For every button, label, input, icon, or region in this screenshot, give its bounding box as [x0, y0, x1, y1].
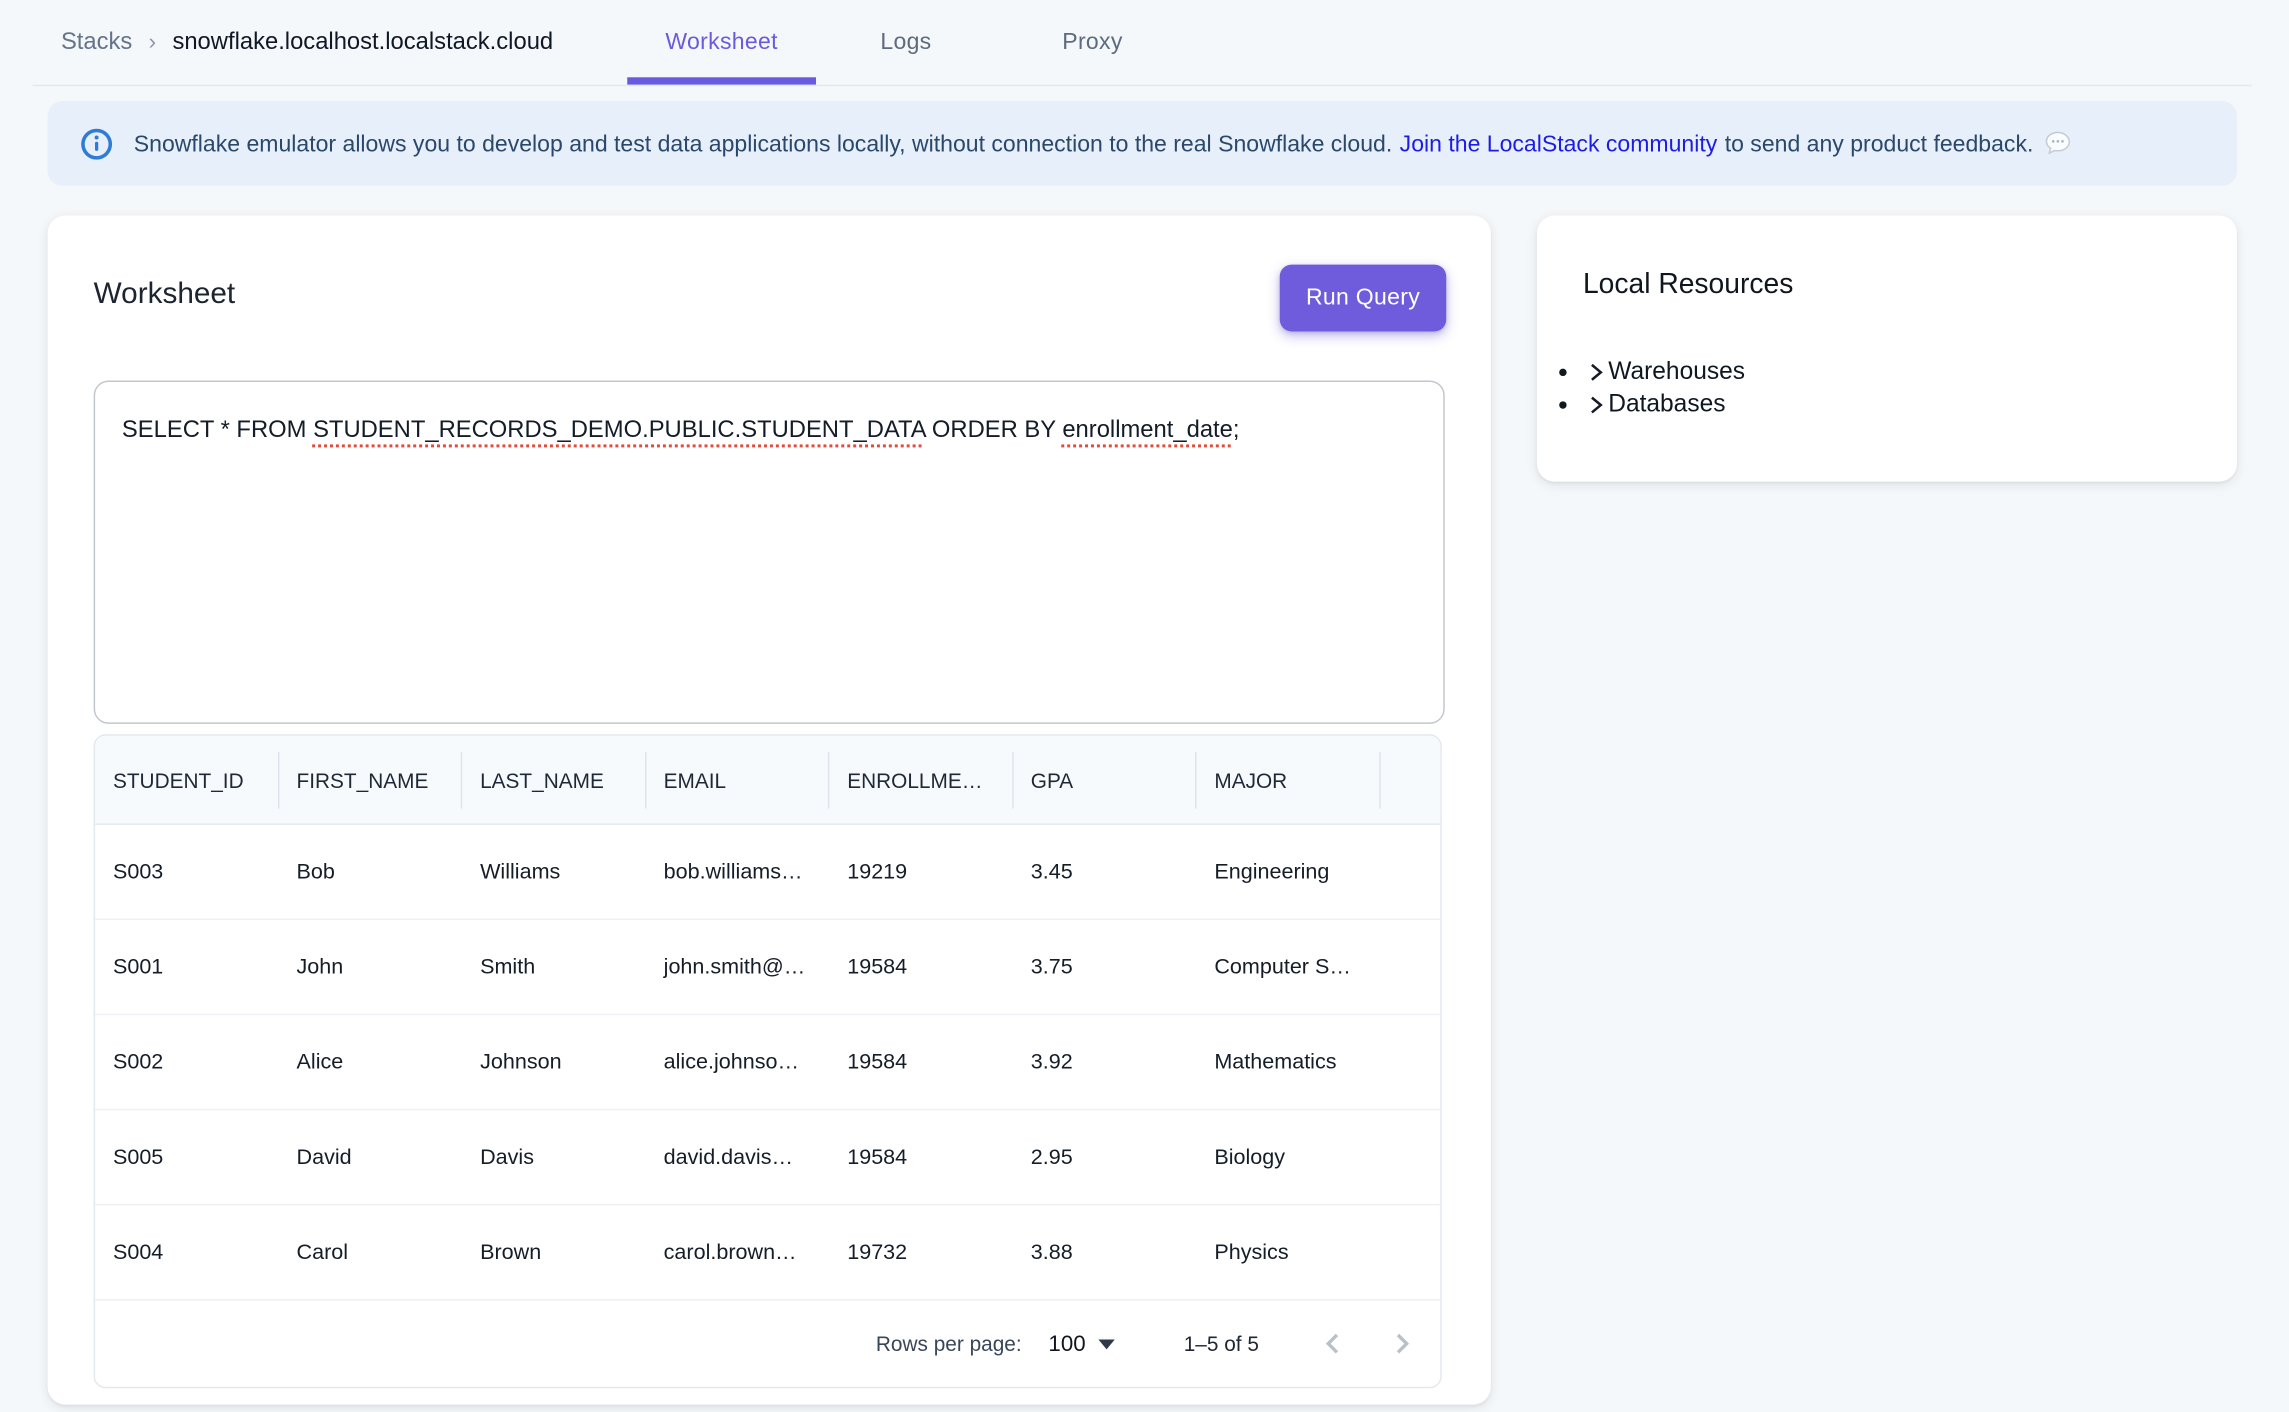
table-cell: david.davis… [646, 1145, 830, 1169]
table-footer: Rows per page: 100 1–5 of 5 [95, 1301, 1440, 1387]
table-cell: john.smith@… [646, 955, 830, 979]
tab-label: Logs [880, 29, 931, 56]
speech-bubble-icon [2044, 129, 2072, 157]
table-cell: carol.brown… [646, 1240, 830, 1264]
resource-item-databases[interactable]: Databases [1537, 389, 2237, 422]
banner-message-tail: to send any product feedback. [1725, 132, 2034, 157]
table-body: S003BobWilliamsbob.williams…192193.45Eng… [95, 825, 1440, 1301]
chevron-right-icon [1384, 1324, 1423, 1363]
table-cell: Davis [462, 1145, 646, 1169]
column-header-filler [1380, 736, 1440, 825]
column-header-gpa[interactable]: GPA [1013, 736, 1197, 825]
tab-label: Worksheet [665, 29, 777, 56]
app-root: Stacks › snowflake.localhost.localstack.… [0, 0, 2289, 1412]
rows-per-page-value: 100 [1048, 1331, 1085, 1356]
table-cell: 3.75 [1013, 955, 1197, 979]
tab-bar: Worksheet Logs Proxy [0, 0, 2289, 85]
table-cell: 19732 [829, 1240, 1013, 1264]
previous-page-button[interactable] [1312, 1324, 1351, 1363]
table-row[interactable]: S005DavidDavisdavid.davis…195842.95Biolo… [95, 1110, 1440, 1205]
table-cell: Computer S… [1197, 955, 1381, 979]
dropdown-arrow-icon [1099, 1338, 1115, 1348]
table-cell: 2.95 [1013, 1145, 1197, 1169]
table-cell: S002 [95, 1050, 279, 1074]
table-cell: 3.45 [1013, 860, 1197, 884]
chevron-right-icon [1584, 394, 1606, 416]
top-bar: Stacks › snowflake.localhost.localstack.… [0, 0, 2289, 85]
table-cell: Brown [462, 1240, 646, 1264]
rows-per-page-select[interactable]: 100 [1048, 1331, 1115, 1356]
sql-identifier: enrollment_date [1062, 418, 1233, 443]
resource-label: Warehouses [1608, 358, 1745, 386]
table-cell: S001 [95, 955, 279, 979]
table-cell: 19584 [829, 955, 1013, 979]
table-row[interactable]: S001JohnSmithjohn.smith@…195843.75Comput… [95, 920, 1440, 1015]
tab-label: Proxy [1062, 29, 1122, 56]
info-icon [80, 127, 113, 160]
table-cell: Mathematics [1197, 1050, 1381, 1074]
table-cell: David [279, 1145, 463, 1169]
run-query-button[interactable]: Run Query [1280, 265, 1446, 332]
column-header-enrollme-[interactable]: ENROLLME… [829, 736, 1013, 825]
banner-text: Snowflake emulator allows you to develop… [134, 129, 2072, 159]
table-cell: Biology [1197, 1145, 1381, 1169]
tab-proxy[interactable]: Proxy [1027, 0, 1158, 85]
chevron-right-icon [1584, 361, 1606, 383]
community-link[interactable]: Join the LocalStack community [1400, 132, 1718, 157]
next-page-button[interactable] [1384, 1324, 1423, 1363]
sql-text-segment: SELECT * FROM [122, 418, 313, 443]
table-cell: S003 [95, 860, 279, 884]
bullet-icon [1559, 368, 1566, 375]
column-header-major[interactable]: MAJOR [1197, 736, 1381, 825]
table-cell: Smith [462, 955, 646, 979]
column-header-last-name[interactable]: LAST_NAME [462, 736, 646, 825]
table-cell: Johnson [462, 1050, 646, 1074]
worksheet-card: Worksheet Run Query SELECT * FROM STUDEN… [48, 216, 1491, 1405]
table-cell: Alice [279, 1050, 463, 1074]
table-cell: 3.92 [1013, 1050, 1197, 1074]
table-cell: 19219 [829, 860, 1013, 884]
table-header-row: STUDENT_IDFIRST_NAMELAST_NAMEEMAILENROLL… [95, 736, 1440, 825]
sql-text-segment: ; [1233, 418, 1240, 443]
table-cell: S005 [95, 1145, 279, 1169]
tab-worksheet[interactable]: Worksheet [627, 0, 816, 85]
rows-per-page-label: Rows per page: [876, 1332, 1022, 1356]
column-header-email[interactable]: EMAIL [646, 736, 830, 825]
banner-message: Snowflake emulator allows you to develop… [134, 132, 1392, 157]
sql-editor[interactable]: SELECT * FROM STUDENT_RECORDS_DEMO.PUBLI… [94, 381, 1445, 724]
chevron-left-icon [1312, 1324, 1351, 1363]
table-row[interactable]: S004CarolBrowncarol.brown…197323.88Physi… [95, 1205, 1440, 1300]
table-cell: Engineering [1197, 860, 1381, 884]
info-banner: Snowflake emulator allows you to develop… [48, 101, 2237, 186]
sql-text-segment: ORDER BY [925, 418, 1062, 443]
column-header-student-id[interactable]: STUDENT_ID [95, 736, 279, 825]
table-cell: alice.johnso… [646, 1050, 830, 1074]
table-row[interactable]: S003BobWilliamsbob.williams…192193.45Eng… [95, 825, 1440, 920]
table-cell: Bob [279, 860, 463, 884]
table-cell: S004 [95, 1240, 279, 1264]
table-cell: bob.williams… [646, 860, 830, 884]
table-row[interactable]: S002AliceJohnsonalice.johnso…195843.92Ma… [95, 1015, 1440, 1110]
results-table: STUDENT_IDFIRST_NAMELAST_NAMEEMAILENROLL… [94, 734, 1442, 1388]
bullet-icon [1559, 401, 1566, 408]
table-cell: 19584 [829, 1145, 1013, 1169]
column-header-first-name[interactable]: FIRST_NAME [279, 736, 463, 825]
tab-logs[interactable]: Logs [843, 0, 969, 85]
pagination-range: 1–5 of 5 [1184, 1332, 1259, 1356]
local-resources-title: Local Resources [1583, 269, 1793, 302]
table-cell: Carol [279, 1240, 463, 1264]
page-title: Worksheet [94, 278, 236, 312]
table-cell: John [279, 955, 463, 979]
table-cell: 19584 [829, 1050, 1013, 1074]
sql-identifier: STUDENT_RECORDS_DEMO.PUBLIC.STUDENT_DATA [313, 418, 925, 443]
sql-text: SELECT * FROM STUDENT_RECORDS_DEMO.PUBLI… [95, 382, 1443, 480]
local-resources-list: Warehouses Databases [1537, 355, 2237, 422]
table-cell: Physics [1197, 1240, 1381, 1264]
resource-label: Databases [1608, 391, 1725, 419]
local-resources-card: Local Resources Warehouses Databases [1537, 216, 2237, 482]
table-cell: Williams [462, 860, 646, 884]
tab-bar-divider [33, 85, 2252, 86]
table-cell: 3.88 [1013, 1240, 1197, 1264]
resource-item-warehouses[interactable]: Warehouses [1537, 355, 2237, 388]
